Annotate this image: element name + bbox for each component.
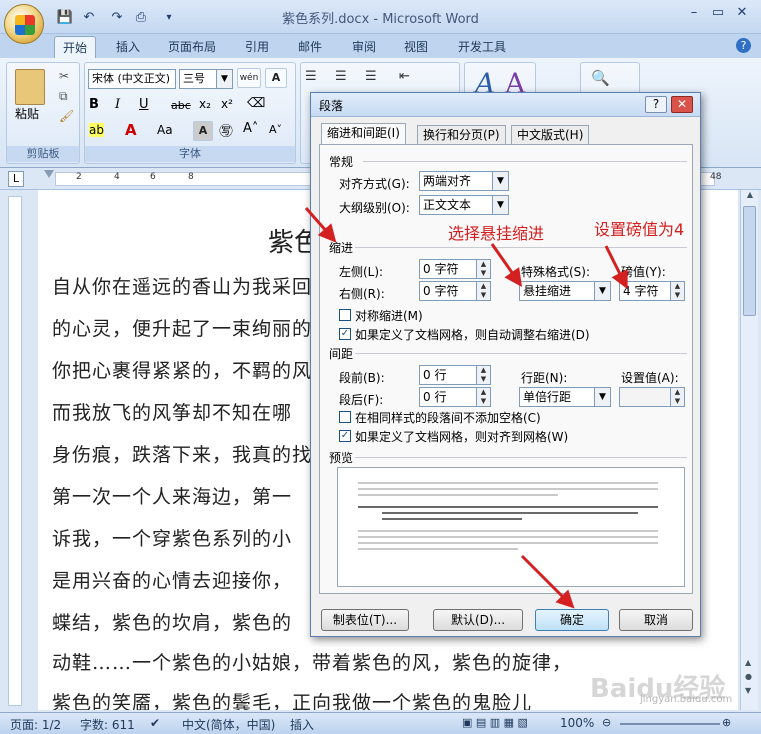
arrow-special-indent bbox=[490, 243, 523, 287]
arrow-indent-section bbox=[304, 207, 337, 243]
arrow-ok-button bbox=[520, 554, 575, 609]
annotation-arrows bbox=[304, 207, 628, 609]
arrow-indent-by bbox=[604, 245, 628, 290]
